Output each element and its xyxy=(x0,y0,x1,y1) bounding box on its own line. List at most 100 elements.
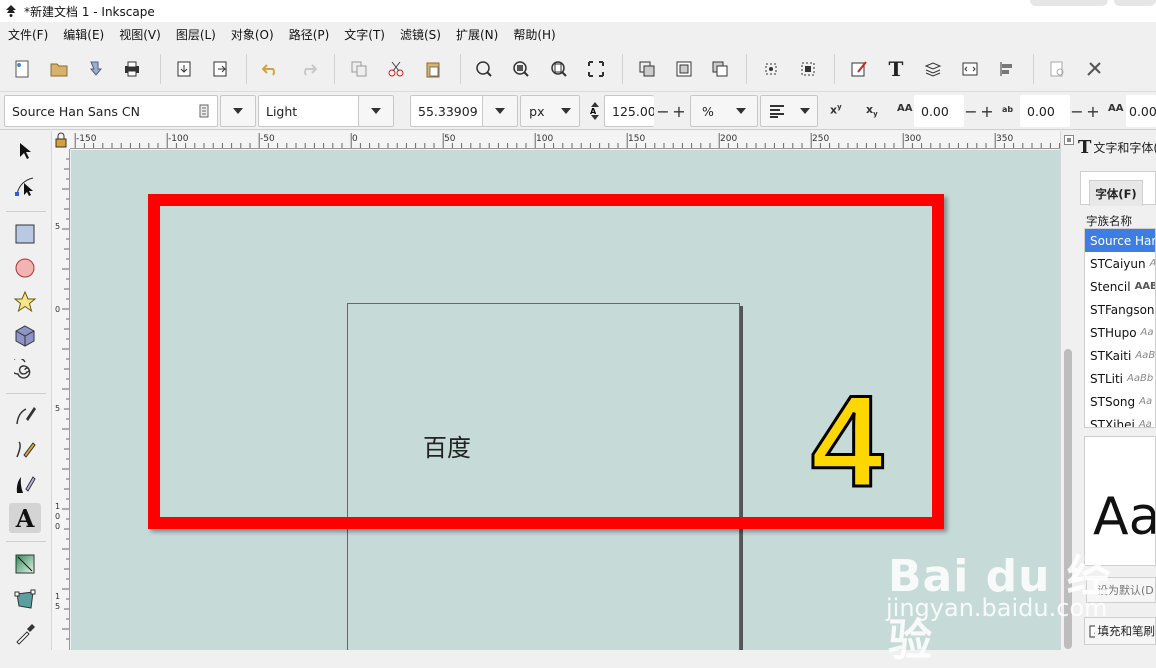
rectangle-tool-icon[interactable] xyxy=(9,219,41,249)
line-spacing-icon: A xyxy=(584,100,606,122)
duplicate-icon[interactable] xyxy=(348,58,370,80)
print-icon[interactable] xyxy=(121,58,143,80)
3d-box-tool-icon[interactable] xyxy=(9,321,41,351)
minimize-button[interactable] xyxy=(1030,0,1108,6)
raise-icon[interactable] xyxy=(709,58,731,80)
horizontal-ruler[interactable]: -150 -100 -50 0 50 100 150 200 250 300 350 xyxy=(70,131,1060,149)
cut-icon[interactable] xyxy=(385,58,407,80)
menu-layer[interactable]: 图层(L) xyxy=(176,26,216,43)
ungroup-icon[interactable] xyxy=(673,58,695,80)
menu-path[interactable]: 路径(P) xyxy=(289,26,330,43)
tab-font[interactable]: 字体(F) xyxy=(1089,180,1143,206)
list-item[interactable]: STLiti AaBb xyxy=(1085,367,1155,390)
maximize-button[interactable] xyxy=(1114,0,1156,6)
set-default-button[interactable]: 设为默认(D xyxy=(1086,577,1156,603)
lock-icon xyxy=(55,132,67,148)
transform-icon[interactable] xyxy=(760,58,782,80)
open-icon[interactable] xyxy=(48,58,70,80)
kerning-value: 0.00 xyxy=(1129,103,1156,119)
list-item[interactable]: STXihei Aa xyxy=(1085,413,1155,428)
menu-filters[interactable]: 滤镜(S) xyxy=(400,26,441,43)
menu-object[interactable]: 对象(O) xyxy=(231,26,274,43)
zoom-drawing-icon[interactable] xyxy=(510,58,532,80)
line-spacing-value: 125.00 xyxy=(612,103,654,119)
selector-tool-icon[interactable] xyxy=(9,136,41,166)
import-icon[interactable] xyxy=(173,58,195,80)
pen-tool-icon[interactable] xyxy=(9,401,41,431)
alignment-dropdown[interactable] xyxy=(760,95,818,127)
gradient-tool-icon[interactable] xyxy=(9,549,41,579)
pencil-tool-icon[interactable] xyxy=(9,435,41,465)
menu-extensions[interactable]: 扩展(N) xyxy=(456,26,498,43)
drawing-canvas[interactable]: 百度 4 xyxy=(71,150,1060,650)
spacing-unit-dropdown[interactable]: % xyxy=(690,95,758,127)
dropper-tool-icon[interactable] xyxy=(9,619,41,649)
paste-icon[interactable] xyxy=(422,58,444,80)
export-icon[interactable] xyxy=(209,58,231,80)
menu-view[interactable]: 视图(V) xyxy=(119,26,161,43)
subscript-icon[interactable]: xy xyxy=(866,103,878,118)
calligraphy-tool-icon[interactable] xyxy=(9,469,41,499)
list-item[interactable]: Stencil AAB xyxy=(1085,275,1155,298)
menu-help[interactable]: 帮助(H) xyxy=(513,26,555,43)
menu-edit[interactable]: 编辑(E) xyxy=(63,26,104,43)
vertical-scrollbar[interactable] xyxy=(1060,131,1076,650)
scroll-corner-icon[interactable] xyxy=(1064,135,1074,145)
list-item[interactable]: STSong Aa xyxy=(1085,390,1155,413)
font-family-field[interactable]: Source Han Sans CN xyxy=(4,95,218,127)
list-item[interactable]: STKaiti AaB xyxy=(1085,344,1155,367)
group-icon[interactable] xyxy=(636,58,658,80)
menu-file[interactable]: 文件(F) xyxy=(8,26,48,43)
list-item[interactable]: STHupo Aa xyxy=(1085,321,1155,344)
font-size-dropdown[interactable] xyxy=(482,95,518,127)
line-spacing-field[interactable]: 125.00 xyxy=(604,95,654,127)
letter-spacing-field[interactable]: 0.00 xyxy=(914,95,964,127)
new-document-icon[interactable] xyxy=(11,58,33,80)
vertical-ruler-ticks: 5 0 5 1 0 0 1 5 xyxy=(55,158,69,640)
star-tool-icon[interactable] xyxy=(9,287,41,317)
list-item[interactable]: Source Han xyxy=(1085,229,1155,252)
chevron-down-icon xyxy=(735,108,746,114)
node-tool-icon[interactable] xyxy=(9,171,41,201)
ruler-corner xyxy=(52,131,70,149)
scrollbar-thumb[interactable] xyxy=(1064,349,1072,649)
zoom-selection-icon[interactable] xyxy=(473,58,495,80)
redo-icon[interactable] xyxy=(297,58,319,80)
word-spacing-field[interactable]: 0.00 xyxy=(1020,95,1070,127)
font-size-field[interactable]: 55.33909 xyxy=(410,95,484,127)
align-icon[interactable] xyxy=(996,58,1018,80)
xml-editor-icon[interactable] xyxy=(959,58,981,80)
text-tool-icon[interactable]: A xyxy=(9,503,41,533)
list-item[interactable]: STFangsong xyxy=(1085,298,1155,321)
v-tick-label: 0 xyxy=(55,305,60,314)
align-distribute-icon[interactable] xyxy=(797,58,819,80)
font-family-list[interactable]: Source Han STCaiyun A Stencil AAB STFangso… xyxy=(1084,228,1156,428)
zoom-page-icon[interactable] xyxy=(548,58,570,80)
text-font-icon[interactable]: T xyxy=(885,57,907,81)
menu-text[interactable]: 文字(T) xyxy=(344,26,385,43)
spiral-tool-icon[interactable] xyxy=(9,355,41,385)
layers-icon[interactable] xyxy=(922,58,944,80)
fill-stroke-icon[interactable] xyxy=(848,58,870,80)
kerning-field[interactable]: 0.00 xyxy=(1126,95,1156,127)
font-family-dropdown[interactable] xyxy=(220,95,256,127)
font-style-dropdown[interactable] xyxy=(358,95,394,127)
vertical-ruler[interactable]: 5 0 5 1 0 0 1 5 xyxy=(52,149,70,650)
fill-stroke-tab[interactable]: 填充和笔刷 xyxy=(1084,617,1156,645)
preferences-icon[interactable] xyxy=(1083,58,1105,80)
chevron-down-icon xyxy=(799,108,810,114)
font-unit-dropdown[interactable]: px xyxy=(520,95,580,127)
undo-icon[interactable] xyxy=(260,58,282,80)
font-style-field[interactable]: Light xyxy=(258,95,362,127)
panel-tabs: 字体(F) xyxy=(1080,171,1156,206)
word-spacing-increase-button[interactable]: + xyxy=(1084,95,1102,127)
document-properties-icon[interactable] xyxy=(1046,58,1068,80)
save-icon[interactable] xyxy=(85,58,107,80)
list-item[interactable]: STCaiyun A xyxy=(1085,252,1155,275)
mesh-tool-icon[interactable] xyxy=(9,585,41,615)
ellipse-tool-icon[interactable] xyxy=(9,253,41,283)
line-spacing-increase-button[interactable]: + xyxy=(670,95,688,127)
zoom-page-width-icon[interactable] xyxy=(585,58,607,80)
letter-spacing-increase-button[interactable]: + xyxy=(978,95,996,127)
superscript-icon[interactable]: xy xyxy=(830,103,842,117)
